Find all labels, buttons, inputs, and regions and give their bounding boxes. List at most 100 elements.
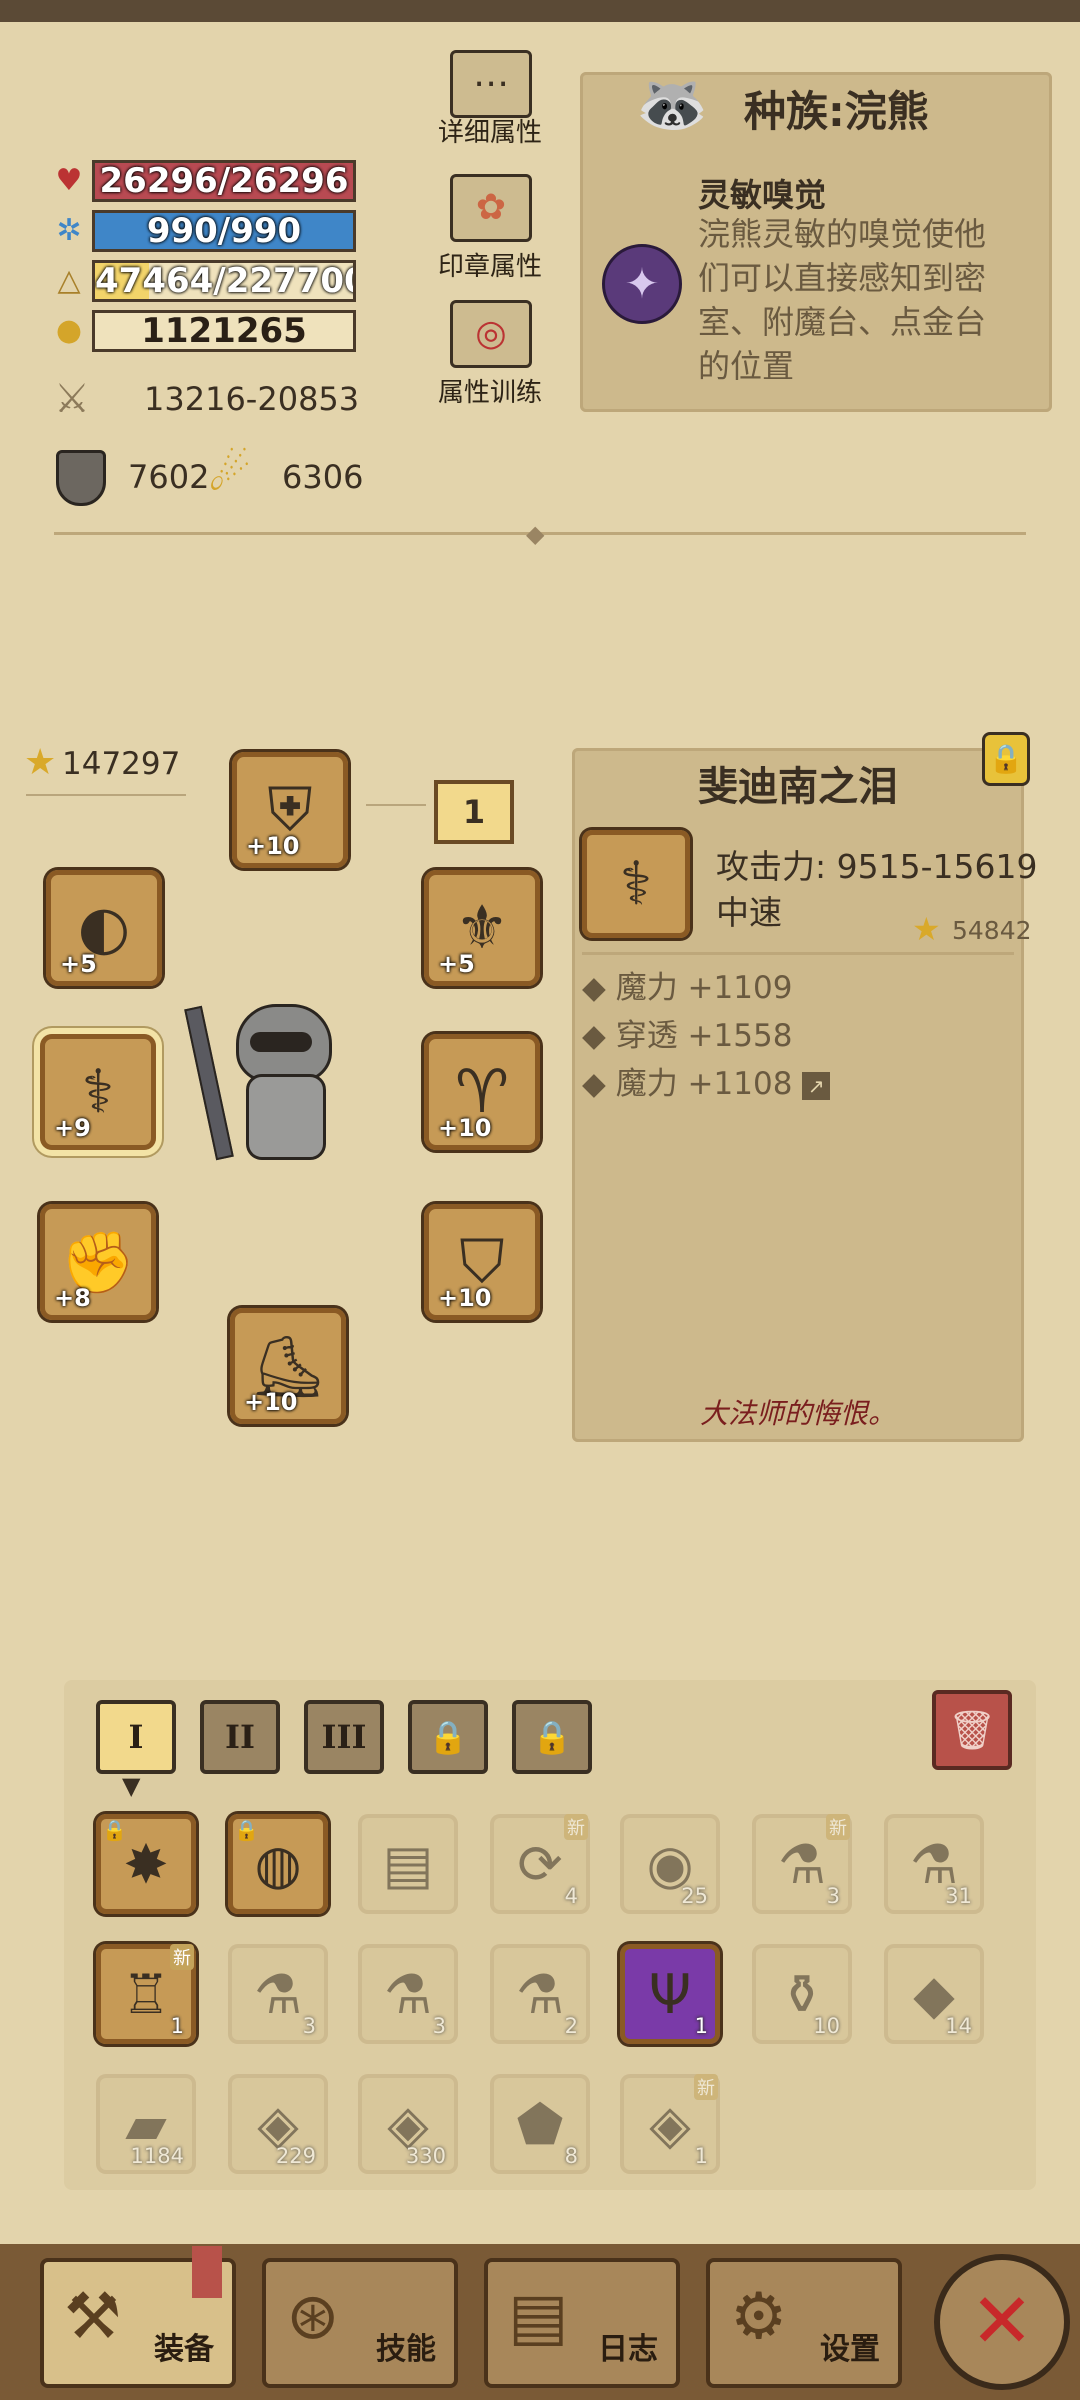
- inventory-item[interactable]: ◆ 14: [884, 1944, 984, 2044]
- lock-icon: 🔒: [234, 1818, 259, 1842]
- equip-slot-weapon[interactable]: ⚕ +9: [40, 1034, 156, 1150]
- enhance-level: +10: [244, 1388, 298, 1416]
- exp-bar: 47464/227700: [92, 260, 356, 302]
- item-score: 54842: [952, 916, 1032, 945]
- item-attack: 攻击力: 9515-15619: [716, 847, 1038, 886]
- lock-icon: 🔒: [532, 1718, 572, 1756]
- nav-equip-label: 装备: [154, 2332, 214, 2367]
- gold-icon: ●: [55, 313, 83, 348]
- inventory-item[interactable]: ⚗ 2: [490, 1944, 590, 2044]
- nav-log-label: 日志: [598, 2332, 658, 2367]
- inventory-item[interactable]: ✸ 🔒: [96, 1814, 196, 1914]
- attr-text: 魔力 +1108: [615, 1066, 793, 1102]
- attr-row: ◆ 穿透 +1558: [582, 1018, 793, 1054]
- nav-settings-button[interactable]: ⚙ 设置: [706, 2258, 902, 2388]
- detail-attributes-button[interactable]: ⋯: [450, 50, 532, 118]
- character-body: [246, 1074, 326, 1160]
- inventory-item[interactable]: Ψ1: [620, 1944, 720, 2044]
- attr-row: ◆ 魔力 +1109: [582, 970, 793, 1006]
- inventory-item[interactable]: ⚗ 3: [228, 1944, 328, 2044]
- item-count: 229: [275, 2144, 316, 2168]
- item-count: 2: [564, 2014, 578, 2038]
- equip-slot-helmet[interactable]: ⛨ +10: [232, 752, 348, 868]
- external-link-icon[interactable]: ↗: [802, 1071, 831, 1100]
- inventory-item[interactable]: ◈ 229: [228, 2074, 328, 2174]
- inventory-item[interactable]: ⚗ 新 3: [752, 1814, 852, 1914]
- item-count: 330: [405, 2144, 446, 2168]
- equip-slot-bracelet[interactable]: ◐ +5: [46, 870, 162, 986]
- enhance-level: +10: [438, 1284, 492, 1312]
- trait-description: 浣熊灵敏的嗅觉使他们可以直接感知到密室、附魔台、点金台的位置: [698, 215, 987, 385]
- tab-pointer: ▼: [122, 1772, 141, 1800]
- mp-bar: 990/990: [92, 210, 356, 252]
- power-star-icon: ★: [24, 742, 57, 783]
- sword-icon: ⚔: [54, 376, 90, 422]
- skill-icon: ⊛: [286, 2280, 340, 2354]
- nav-settings-label: 设置: [820, 2332, 880, 2367]
- close-button[interactable]: ✕: [934, 2254, 1070, 2390]
- tab-1[interactable]: I: [96, 1700, 176, 1774]
- attr-row: ◆ 魔力 +1108 ↗: [582, 1058, 831, 1103]
- gold-bar: 1121265: [92, 310, 356, 352]
- equip-slot-ring[interactable]: ♈ +10: [424, 1034, 540, 1150]
- item-count: 8: [564, 2144, 578, 2168]
- inventory-item[interactable]: ⟳ 新 4: [490, 1814, 590, 1914]
- shield-icon: [56, 450, 106, 506]
- inventory-item[interactable]: ◉ 25: [620, 1814, 720, 1914]
- divider-ornament: ◆: [526, 520, 545, 548]
- exp-icon: △: [57, 263, 81, 298]
- tab-locked-4[interactable]: 🔒: [408, 1700, 488, 1774]
- item-count: 3: [432, 2014, 446, 2038]
- tab-3[interactable]: III: [304, 1700, 384, 1774]
- equip-slot-offhand[interactable]: ⚜ +5: [424, 870, 540, 986]
- inventory-item[interactable]: ⚗ 31: [884, 1814, 984, 1914]
- item-count: 1: [170, 2014, 184, 2038]
- inventory-item[interactable]: ◈ 330: [358, 2074, 458, 2174]
- connector-line: [26, 794, 186, 796]
- equip-slot-boots[interactable]: ⛸ +10: [230, 1308, 346, 1424]
- connector-line: [366, 804, 426, 806]
- enhance-level: +5: [60, 950, 97, 978]
- inventory-item[interactable]: ◈ 新 1: [620, 2074, 720, 2174]
- seal-attributes-button[interactable]: ✿: [450, 174, 532, 242]
- defense-value: 7602: [128, 458, 210, 496]
- item-count: 1: [694, 2144, 708, 2168]
- enhance-level: +5: [438, 950, 475, 978]
- inventory-item[interactable]: ▤: [358, 1814, 458, 1914]
- character-mask: [250, 1032, 312, 1052]
- top-edge: [0, 0, 1080, 22]
- item-count: 1: [694, 2014, 708, 2038]
- inventory-item[interactable]: ⚱ 10: [752, 1944, 852, 2044]
- tab-2[interactable]: II: [200, 1700, 280, 1774]
- attack-value: 13216-20853: [144, 380, 360, 418]
- new-badge: 新: [170, 1944, 194, 1970]
- gear-icon: ⚙: [730, 2280, 788, 2354]
- item-count: 10: [813, 2014, 840, 2038]
- nav-log-button[interactable]: ▤ 日志: [484, 2258, 680, 2388]
- item-count: 25: [681, 1884, 708, 1908]
- trait-name: 灵敏嗅觉: [698, 176, 827, 214]
- inventory-item[interactable]: ⬟ 8: [490, 2074, 590, 2174]
- inventory-item[interactable]: ◍ 🔒: [228, 1814, 328, 1914]
- equip-slot-gauntlet[interactable]: ✊ +8: [40, 1204, 156, 1320]
- enhance-level: +9: [54, 1114, 91, 1142]
- equip-slot-armor[interactable]: ⛉ +10: [424, 1204, 540, 1320]
- nav-skills-button[interactable]: ⊛ 技能: [262, 2258, 458, 2388]
- inventory-item[interactable]: ▰ 1184: [96, 2074, 196, 2174]
- journal-icon: ▤: [508, 2280, 569, 2354]
- detail-item-icon: ⚕: [582, 830, 690, 938]
- inventory-item[interactable]: ⚗ 3: [358, 1944, 458, 2044]
- item-count: 4: [564, 1884, 578, 1908]
- trash-button[interactable]: 🗑: [932, 1690, 1012, 1770]
- tab-locked-5[interactable]: 🔒: [512, 1700, 592, 1774]
- mana-icon: ✲: [56, 213, 82, 248]
- attribute-training-button[interactable]: ◎: [450, 300, 532, 368]
- item-count: 14: [945, 2014, 972, 2038]
- lock-icon[interactable]: 🔒: [982, 732, 1030, 786]
- item-name: 斐迪南之泪: [698, 764, 898, 810]
- page-indicator[interactable]: 1: [434, 780, 514, 844]
- inventory-item[interactable]: ♖ 新 1: [96, 1944, 196, 2044]
- nav-equip-button[interactable]: ⚒ 装备: [40, 2246, 236, 2388]
- lock-icon: 🔒: [102, 1818, 127, 1842]
- enhance-level: +10: [246, 832, 300, 860]
